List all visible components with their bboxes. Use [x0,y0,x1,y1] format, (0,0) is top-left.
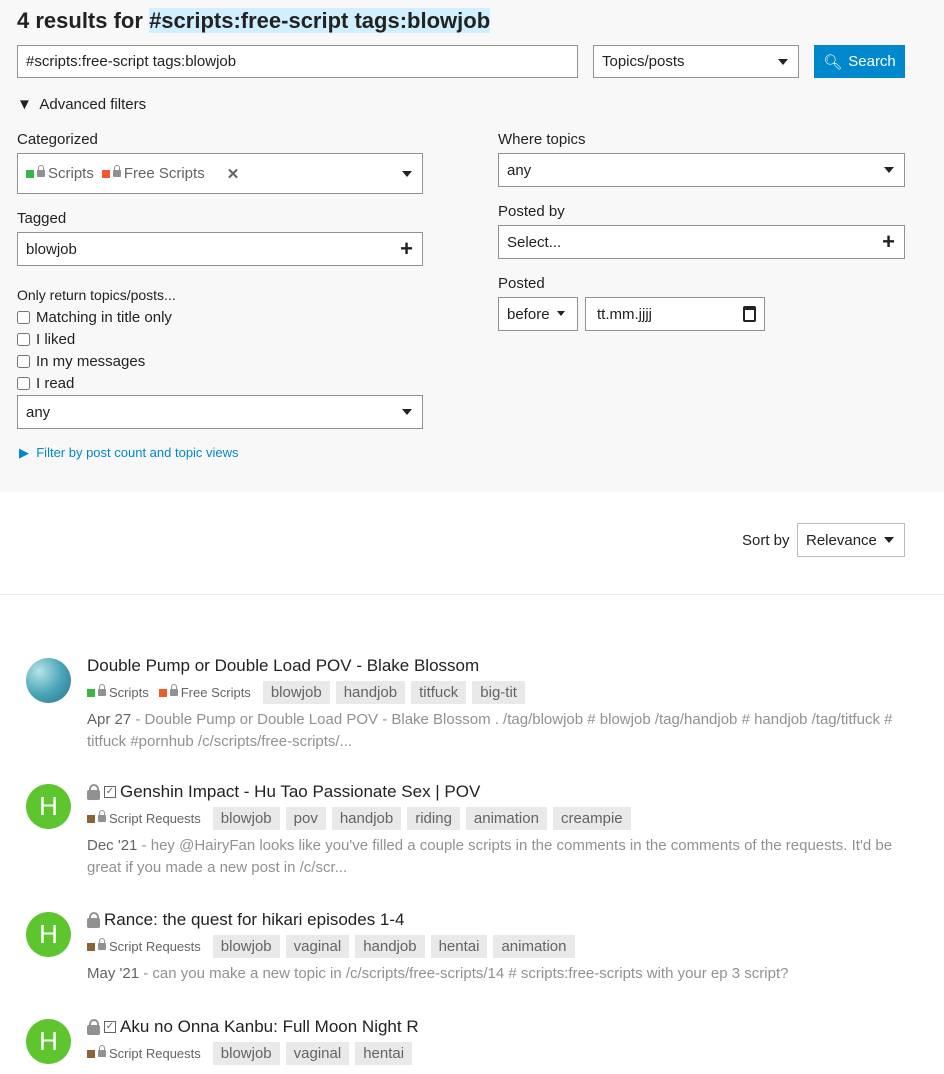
result-blurb: May '21 - can you make a new topic in /c… [87,965,789,982]
avatar[interactable] [26,658,71,703]
lock-icon [37,165,45,177]
result-title[interactable]: ✓ Aku no Onna Kanbu: Full Moon Night R [87,1017,419,1037]
tag[interactable]: handjob [355,935,425,958]
tag[interactable]: blowjob [212,807,280,830]
tag[interactable]: big-tit [472,681,525,704]
category-badge[interactable]: Script Requests [87,938,201,954]
lock-icon [87,911,100,928]
category-badge[interactable]: Script Requests [87,1045,201,1061]
avatar[interactable]: H [26,1019,71,1064]
category-badge-scripts: Scripts [26,165,94,182]
lock-icon [98,938,106,950]
tag[interactable]: vaginal [285,935,350,958]
lock-icon [87,783,100,800]
sort-label: Sort by [742,532,790,549]
posted-label: Posted [498,275,545,292]
avatar[interactable]: H [26,784,71,829]
solved-check-icon: ✓ [104,1021,116,1033]
lock-icon [87,1018,100,1035]
posted-date-input[interactable]: tt.mm.jjjj [585,297,765,331]
result-title[interactable]: ✓ Genshin Impact - Hu Tao Passionate Sex … [87,782,480,802]
tag[interactable]: blowjob [262,681,330,704]
tag[interactable]: handjob [335,681,406,704]
lock-icon [98,1045,106,1057]
tag[interactable]: blowjob [212,1042,280,1065]
result-blurb: Apr 27 - Double Pump or Double Load POV … [87,711,893,750]
category-badge-free-scripts: Free Scripts [101,165,205,182]
tag[interactable]: creampie [552,807,631,830]
plus-icon: + [882,229,895,254]
tagged-label: Tagged [17,210,67,227]
checkbox-read[interactable]: I read [17,375,74,392]
checkbox-title-only[interactable]: Matching in title only [17,309,172,326]
tag[interactable]: animation [465,807,547,830]
search-input[interactable]: #scripts:free-script tags:blowjob [17,45,578,78]
avatar[interactable]: H [26,912,71,957]
sort-select[interactable]: Relevance [797,523,905,557]
categorized-label: Categorized [17,131,98,148]
posted-by-select[interactable]: Select... + [498,225,905,259]
tag[interactable]: handjob [331,807,402,830]
checkbox-in-messages[interactable]: In my messages [17,353,145,370]
search-button[interactable]: 🔍︎ Search [814,45,905,78]
tag[interactable]: titfuck [411,681,467,704]
clear-icon[interactable]: ✕ [227,165,240,183]
solved-check-icon: ✓ [104,786,116,798]
tag[interactable]: riding [407,807,460,830]
divider [0,594,944,595]
search-filters-panel: 4 results for #scripts:free-script tags:… [0,0,944,492]
search-type-select[interactable]: Topics/posts [593,45,799,78]
category-badge[interactable]: Scripts [87,684,149,700]
chevron-down-icon [778,58,788,65]
search-icon: 🔍︎ [823,53,843,71]
where-topics-select[interactable]: any [498,153,905,187]
advanced-filters-toggle[interactable]: ▼ Advanced filters [17,96,146,113]
lock-icon [169,684,178,696]
category-badge[interactable]: Script Requests [87,810,201,826]
chevron-down-icon [884,167,894,173]
lock-icon [98,684,106,696]
result-title[interactable]: Double Pump or Double Load POV - Blake B… [87,656,479,676]
plus-icon: + [400,236,413,261]
page-title: 4 results for #scripts:free-script tags:… [17,8,491,33]
category-badge[interactable]: Free Scripts [158,684,251,700]
category-select[interactable]: Scripts Free Scripts ✕ [17,153,423,194]
tag[interactable]: vaginal [285,1042,350,1065]
tag[interactable]: animation [493,935,575,958]
where-topics-label: Where topics [498,131,586,148]
chevron-down-icon [557,311,565,316]
chevron-down-icon [402,409,412,415]
chevron-down-icon [402,170,412,177]
tag[interactable]: pov [285,807,326,830]
calendar-icon[interactable] [743,306,756,322]
posted-by-label: Posted by [498,203,565,220]
tag[interactable]: blowjob [212,935,280,958]
result-blurb: Dec '21 - hey @HairyFan looks like you'v… [87,837,893,876]
lock-icon [98,810,106,822]
only-return-label: Only return topics/posts... [17,287,176,303]
lock-icon [112,165,121,177]
result-title[interactable]: Rance: the quest for hikari episodes 1-4 [87,910,405,930]
chevron-down-icon [884,537,894,543]
post-count-filter-link[interactable]: ▶ Filter by post count and topic views [19,445,239,461]
tag-select[interactable]: blowjob + [17,232,423,266]
posted-when-select[interactable]: before [498,297,578,331]
tag[interactable]: hentai [355,1042,413,1065]
checkbox-liked[interactable]: I liked [17,331,75,348]
tag[interactable]: hentai [430,935,488,958]
status-select[interactable]: any [17,395,423,429]
